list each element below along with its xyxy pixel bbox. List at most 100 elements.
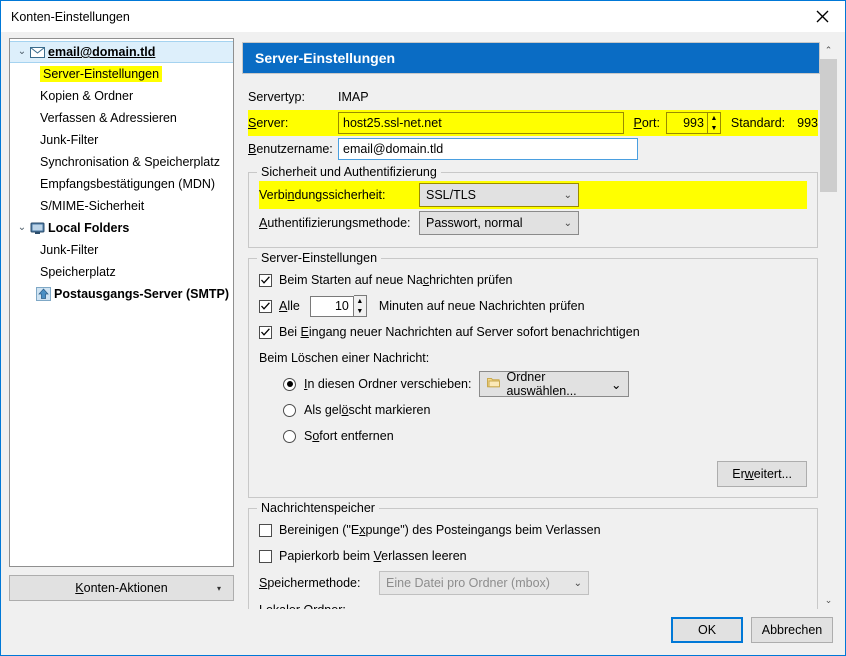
empty-trash-label: Papierkorb beim Verlassen leeren <box>279 549 467 563</box>
tree-item-account[interactable]: ⌄ email@domain.tld <box>10 41 233 63</box>
scroll-down-icon[interactable]: ⌄ <box>825 592 833 609</box>
server-settings-group: Server-Einstellungen Beim Starten auf ne… <box>248 251 818 498</box>
sidebar-item-local-disk-space[interactable]: Speicherplatz <box>10 261 233 283</box>
delete-message-label: Beim Löschen einer Nachricht: <box>259 351 430 365</box>
message-storage-group-legend: Nachrichtenspeicher <box>257 501 379 515</box>
check-on-startup-row[interactable]: Beim Starten auf neue Nachrichten prüfen <box>259 267 807 293</box>
check-interval-suffix-label: Minuten auf neue Nachrichten prüfen <box>378 299 585 313</box>
delete-option-mark-label: Als gelöscht markieren <box>304 403 431 417</box>
check-interval-stepper-down-icon[interactable]: ▼ <box>354 306 366 316</box>
expunge-row[interactable]: Bereinigen ("Expunge") des Posteingangs … <box>259 517 807 543</box>
account-actions-label: Konten-Aktionen <box>75 581 168 595</box>
sidebar-item-smime-security[interactable]: S/MIME-Sicherheit <box>10 195 233 217</box>
target-folder-value: Ordner auswählen... <box>506 370 577 398</box>
sidebar-item-copies-folders-label: Kopien & Ordner <box>40 89 134 103</box>
target-folder-select[interactable]: Ordner auswählen... ⌄ <box>479 370 630 398</box>
connection-security-select[interactable]: SSL/TLS ⌄ <box>419 183 579 207</box>
server-label: Server: <box>248 116 289 130</box>
notify-new-label: Bei Eingang neuer Nachrichten auf Server… <box>279 325 640 339</box>
empty-trash-row[interactable]: Papierkorb beim Verlassen leeren <box>259 543 807 569</box>
dialog-body: ⌄ email@domain.tld Server-Einstellungen … <box>1 32 845 609</box>
delete-message-label-row: Beim Löschen einer Nachricht: <box>259 345 807 371</box>
chevron-down-icon[interactable]: ⌄ <box>16 47 28 57</box>
scrollbar-track[interactable] <box>820 59 837 592</box>
sidebar-item-composition-label: Verfassen & Adressieren <box>40 111 177 125</box>
username-input-value: email@domain.tld <box>343 142 444 156</box>
caret-down-icon: ▾ <box>216 583 221 593</box>
sidebar-item-synchronization[interactable]: Synchronisation & Speicherplatz <box>10 151 233 173</box>
message-storage-group: Nachrichtenspeicher Bereinigen ("Expunge… <box>248 501 818 609</box>
delete-option-remove-label: Sofort entfernen <box>304 429 394 443</box>
sidebar-item-composition[interactable]: Verfassen & Adressieren <box>10 107 233 129</box>
local-folder-label: Lokaler Ordner: <box>259 603 346 609</box>
delete-option-move-radio[interactable] <box>283 377 296 391</box>
check-on-startup-label: Beim Starten auf neue Nachrichten prüfen <box>279 273 513 287</box>
check-interval-stepper[interactable]: ▲ ▼ <box>353 295 367 317</box>
notify-new-checkbox[interactable] <box>259 325 272 339</box>
port-stepper[interactable]: ▲ ▼ <box>707 112 721 134</box>
tree-item-local-folders[interactable]: ⌄ Local Folders <box>10 217 233 239</box>
check-interval-value: 10 <box>334 299 349 313</box>
account-tree[interactable]: ⌄ email@domain.tld Server-Einstellungen … <box>9 38 234 567</box>
advanced-button[interactable]: Erweitert... <box>717 461 807 487</box>
sidebar-item-junk-filter[interactable]: Junk-Filter <box>10 129 233 151</box>
delete-option-remove-radio[interactable] <box>283 429 296 443</box>
delete-option-mark-radio[interactable] <box>283 403 296 417</box>
close-icon[interactable] <box>799 1 845 31</box>
server-settings-group-legend: Server-Einstellungen <box>257 251 382 265</box>
sidebar-item-smtp-server[interactable]: Postausgangs-Server (SMTP) <box>10 283 233 305</box>
storage-method-row: Speichermethode: Eine Datei pro Ordner (… <box>259 569 807 597</box>
sidebar-item-local-junk-filter-label: Junk-Filter <box>40 243 99 257</box>
port-standard-label: Standard: <box>730 116 786 130</box>
sidebar-item-return-receipts-label: Empfangsbestätigungen (MDN) <box>40 177 216 191</box>
port-input[interactable]: 993 <box>665 112 708 134</box>
empty-trash-checkbox[interactable] <box>259 549 272 563</box>
server-row: Server: host25.ssl-net.net Port: 993 ▲ ▼… <box>248 110 818 136</box>
delete-option-mark-row[interactable]: Als gelöscht markieren <box>259 397 807 423</box>
computer-icon <box>28 222 46 235</box>
username-label: Benutzername: <box>248 142 333 156</box>
account-settings-window: Konten-Einstellungen ⌄ email@domain.tld … <box>0 0 846 656</box>
delete-option-remove-row[interactable]: Sofort entfernen <box>259 423 807 449</box>
sidebar-item-smime-security-label: S/MIME-Sicherheit <box>40 199 145 213</box>
server-type-value: IMAP <box>338 90 369 104</box>
title-bar: Konten-Einstellungen <box>1 1 845 32</box>
server-input[interactable]: host25.ssl-net.net <box>338 112 624 134</box>
expunge-checkbox[interactable] <box>259 523 272 537</box>
check-interval-input[interactable]: 10 <box>309 295 354 317</box>
port-stepper-down-icon[interactable]: ▼ <box>708 123 720 133</box>
delete-option-move-row[interactable]: In diesen Ordner verschieben: Ordner aus… <box>259 370 807 398</box>
check-interval-checkbox[interactable] <box>259 299 272 313</box>
check-on-startup-checkbox[interactable] <box>259 273 272 287</box>
sidebar-item-server-settings[interactable]: Server-Einstellungen <box>10 63 233 85</box>
port-stepper-up-icon[interactable]: ▲ <box>708 113 720 123</box>
sidebar-item-return-receipts[interactable]: Empfangsbestätigungen (MDN) <box>10 173 233 195</box>
auth-method-select[interactable]: Passwort, normal ⌄ <box>419 211 579 235</box>
username-input[interactable]: email@domain.tld <box>338 138 638 160</box>
sidebar-item-smtp-server-label: Postausgangs-Server (SMTP) <box>54 287 230 301</box>
sidebar-item-local-junk-filter[interactable]: Junk-Filter <box>10 239 233 261</box>
chevron-down-icon: ⌄ <box>563 189 572 201</box>
cancel-button[interactable]: Abbrechen <box>751 617 833 643</box>
check-interval-row[interactable]: Alle 10 ▲ ▼ Minuten auf neue Nachrichten… <box>259 293 807 319</box>
delete-option-move-label: In diesen Ordner verschieben: <box>304 377 472 391</box>
outbox-arrow-icon <box>34 287 52 301</box>
expunge-label: Bereinigen ("Expunge") des Posteingangs … <box>279 523 601 537</box>
connection-security-row: Verbindungssicherheit: SSL/TLS ⌄ <box>259 181 807 209</box>
check-interval-stepper-up-icon[interactable]: ▲ <box>354 296 366 306</box>
settings-scrollbar[interactable]: ⌃ ⌄ <box>820 38 837 609</box>
scrollbar-thumb[interactable] <box>820 59 837 192</box>
connection-security-value: SSL/TLS <box>426 188 477 202</box>
check-interval-prefix-label: Alle <box>279 299 300 313</box>
settings-content: Servertyp: IMAP Server: host25.ssl-net.n… <box>242 74 820 609</box>
chevron-down-icon[interactable]: ⌄ <box>16 223 28 233</box>
account-actions-button[interactable]: Konten-Aktionen ▾ <box>9 575 234 601</box>
ok-button[interactable]: OK <box>671 617 743 643</box>
server-input-value: host25.ssl-net.net <box>343 116 442 130</box>
scroll-up-icon[interactable]: ⌃ <box>825 42 833 59</box>
local-folder-row: Lokaler Ordner: <box>259 597 807 609</box>
notify-new-row[interactable]: Bei Eingang neuer Nachrichten auf Server… <box>259 319 807 345</box>
security-group: Sicherheit und Authentifizierung Verbind… <box>248 165 818 248</box>
server-type-row: Servertyp: IMAP <box>248 84 818 110</box>
sidebar-item-copies-folders[interactable]: Kopien & Ordner <box>10 85 233 107</box>
